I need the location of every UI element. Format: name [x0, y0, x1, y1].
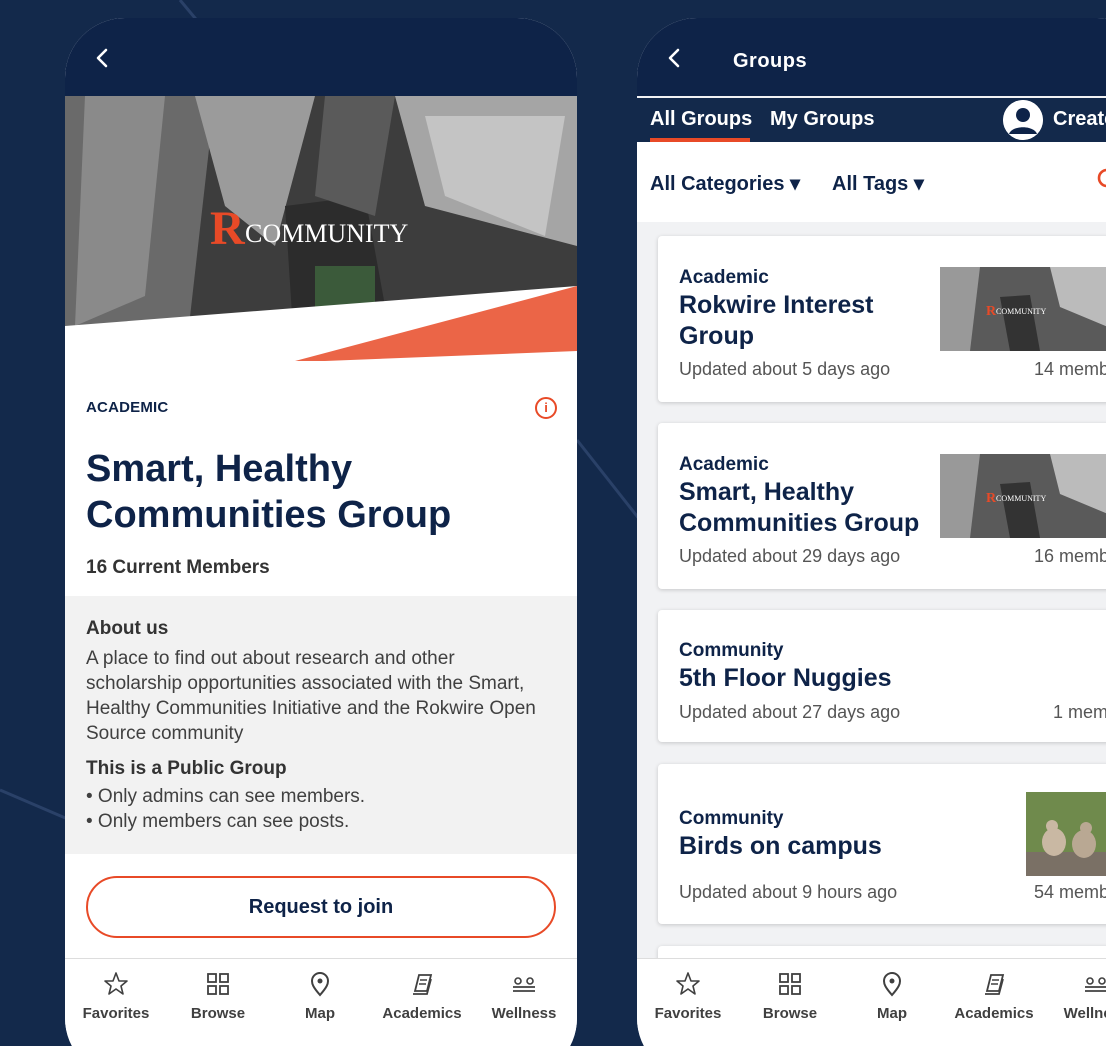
group-detail-screen: R COMMUNITY ACADEMIC i Smart, Healthy Co… [65, 18, 577, 1046]
top-bar [65, 18, 577, 96]
groups-list-screen: Groups All Groups My Groups Create All C… [637, 18, 1106, 1046]
group-category: ACADEMIC [86, 399, 169, 416]
book-icon [981, 971, 1007, 997]
nav-item-favorites[interactable]: Favorites [65, 959, 167, 1046]
bottom-nav: Favorites Browse Map Academics Wellness [637, 958, 1106, 1046]
back-icon[interactable] [663, 46, 687, 70]
privacy-rule: • Only members can see posts. [86, 811, 350, 832]
tab-all-groups[interactable]: All Groups [650, 108, 752, 131]
create-group-button[interactable]: Create [1053, 108, 1106, 131]
nav-label: Academics [954, 1005, 1034, 1022]
nav-label: Browse [190, 1005, 246, 1022]
about-text: A place to find out about research and o… [86, 648, 536, 744]
card-updated: Updated about 9 hours ago [679, 882, 898, 902]
star-icon [103, 971, 129, 997]
nav-item-browse[interactable]: Browse [167, 959, 269, 1046]
hero-logo-letter: R [210, 202, 246, 255]
about-heading: About us [86, 618, 169, 639]
avatar-icon[interactable] [1003, 100, 1043, 140]
wellness-icon [1083, 971, 1106, 997]
map-pin-icon [307, 971, 333, 997]
card-category: Academic [679, 267, 769, 288]
back-icon[interactable] [91, 46, 115, 70]
book-icon [409, 971, 435, 997]
card-members: 14 members [1033, 359, 1106, 379]
nav-label: Map [877, 1005, 907, 1022]
nav-label: Favorites [82, 1005, 150, 1022]
tabs-bar: All Groups My Groups Create [637, 98, 1106, 142]
map-pin-icon [879, 971, 905, 997]
card-title: 5th Floor Nuggies [679, 664, 892, 692]
nav-item-academics[interactable]: Academics [371, 959, 473, 1046]
request-to-join-button[interactable]: Request to join [86, 876, 556, 938]
nav-item-wellness[interactable]: Wellness [1045, 959, 1106, 1046]
card-title: Smart, Healthy Communities Group [679, 478, 920, 537]
star-icon [675, 971, 701, 997]
group-card[interactable]: Academic Smart, Healthy Communities Grou… [658, 423, 1106, 589]
nav-label: Browse [762, 1005, 818, 1022]
card-thumbnail: R COMMUNITY [940, 454, 1106, 538]
group-hero-image: R COMMUNITY [65, 96, 577, 361]
hero-logo-text: COMMUNITY [245, 219, 408, 248]
grid-icon [205, 971, 231, 997]
tags-filter[interactable]: All Tags ▾ [832, 171, 924, 196]
nav-label: Wellness [1063, 1005, 1106, 1022]
nav-item-wellness[interactable]: Wellness [473, 959, 575, 1046]
card-updated: Updated about 27 days ago [679, 702, 901, 722]
nav-item-academics[interactable]: Academics [943, 959, 1045, 1046]
wellness-icon [511, 971, 537, 997]
group-card[interactable]: Community 5th Floor Nuggies Updated abou… [658, 610, 1106, 742]
nav-label: Map [305, 1005, 335, 1022]
card-updated: Updated about 29 days ago [679, 546, 901, 566]
nav-item-favorites[interactable]: Favorites [637, 959, 739, 1046]
card-members: 54 members [1033, 882, 1106, 902]
nav-label: Academics [382, 1005, 462, 1022]
page-title: Groups [733, 50, 808, 72]
top-bar: Groups [637, 18, 1106, 96]
card-category: Academic [679, 454, 769, 475]
tab-my-groups[interactable]: My Groups [770, 108, 874, 131]
card-thumbnail: R COMMUNITY [940, 267, 1106, 351]
privacy-heading: This is a Public Group [86, 758, 287, 779]
card-thumbnail [1026, 792, 1106, 876]
svg-text:COMMUNITY: COMMUNITY [996, 307, 1046, 316]
search-icon[interactable] [1095, 166, 1106, 196]
card-members: 1 member [1052, 702, 1106, 722]
about-panel: About us A place to find out about resea… [65, 596, 577, 854]
nav-label: Favorites [654, 1005, 722, 1022]
nav-item-map[interactable]: Map [269, 959, 371, 1046]
group-card[interactable]: Community Birds on campus Updated about … [658, 764, 1106, 924]
bottom-nav: Favorites Browse Map Academics Wellness [65, 958, 577, 1046]
group-card[interactable]: Academic Rokwire Interest Group Updated … [658, 236, 1106, 402]
card-category: Community [679, 808, 784, 829]
nav-item-browse[interactable]: Browse [739, 959, 841, 1046]
card-updated: Updated about 5 days ago [679, 359, 891, 379]
card-title: Birds on campus [679, 832, 882, 860]
filter-bar: All Categories ▾ All Tags ▾ [637, 142, 1106, 222]
card-title: Rokwire Interest Group [679, 291, 874, 350]
privacy-rule: • Only admins can see members. [86, 786, 366, 807]
svg-text:COMMUNITY: COMMUNITY [996, 494, 1046, 503]
join-area: Request to join [65, 856, 577, 958]
grid-icon [777, 971, 803, 997]
info-icon[interactable]: i [535, 397, 557, 419]
nav-label: Wellness [491, 1005, 557, 1022]
card-members: 16 members [1033, 546, 1106, 566]
member-count: 16 Current Members [86, 557, 270, 578]
nav-item-map[interactable]: Map [841, 959, 943, 1046]
group-title: Smart, Healthy Communities Group [86, 448, 452, 536]
categories-filter[interactable]: All Categories ▾ [650, 171, 800, 196]
card-category: Community [679, 640, 784, 661]
